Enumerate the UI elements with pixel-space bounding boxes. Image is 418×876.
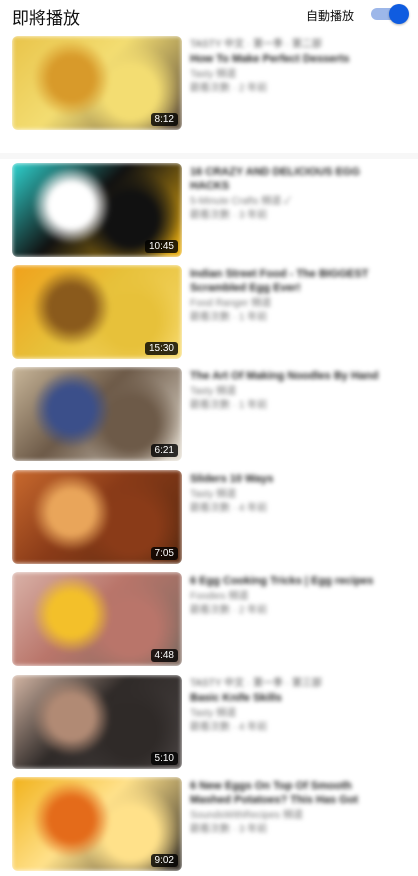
video-duration: 5:10 bbox=[150, 752, 178, 765]
video-stats: 觀看次數 · 1 年前 bbox=[190, 400, 268, 411]
video-list-item[interactable]: 5:10 TASTY 中文 · 第一季 · 第三部 Basic Knife Skil… bbox=[0, 675, 418, 771]
video-list-item[interactable]: 7:05 Sliders 10 Ways Tasty 頻道 觀看次數 · 4 年前 bbox=[0, 470, 418, 566]
video-metadata: 6 Egg Cooking Tricks | Egg recipes Foodie… bbox=[190, 574, 390, 618]
video-metadata: 6 New Eggs On Top Of Smooth Mashed Potat… bbox=[190, 779, 390, 837]
video-title[interactable]: Basic Knife Skills bbox=[190, 691, 390, 705]
video-list-item[interactable]: 9:02 6 New Eggs On Top Of Smooth Mashed P… bbox=[0, 777, 418, 873]
video-list-item[interactable]: 4:48 6 Egg Cooking Tricks | Egg recipes Fo… bbox=[0, 572, 418, 668]
video-series-tag: TASTY 中文 · 第一季 · 第二部 bbox=[190, 39, 322, 50]
video-stats: 觀看次數 · 2 年前 bbox=[190, 83, 268, 94]
video-metadata: TASTY 中文 · 第一季 · 第二部 How To Make Perfect … bbox=[190, 38, 390, 96]
video-duration: 7:05 bbox=[150, 547, 178, 560]
video-stats: 觀看次數 · 3 年前 bbox=[190, 824, 268, 835]
video-duration: 9:02 bbox=[150, 854, 178, 867]
video-channel-name[interactable]: SoundsWithRecipes 頻道 bbox=[190, 809, 390, 823]
video-channel-name[interactable]: Tasty 頻道 bbox=[190, 385, 390, 399]
video-channel-name[interactable]: Foodies 頻道 bbox=[190, 590, 390, 604]
video-thumbnail[interactable]: 10:45 bbox=[12, 163, 182, 257]
video-stats: 觀看次數 · 4 年前 bbox=[190, 503, 268, 514]
video-duration: 8:12 bbox=[150, 113, 178, 126]
video-channel-name[interactable]: Tasty 頻道 bbox=[190, 68, 390, 82]
video-duration: 6:21 bbox=[150, 444, 178, 457]
video-channel-name[interactable]: Tasty 頻道 bbox=[190, 488, 390, 502]
video-list-item[interactable]: 6:21 The Art Of Making Noodles By Hand Tas… bbox=[0, 367, 418, 463]
video-thumbnail[interactable]: 15:30 bbox=[12, 265, 182, 359]
video-duration: 15:30 bbox=[144, 342, 178, 355]
video-list-item[interactable]: 10:45 16 CRAZY AND DELICIOUS EGG HACKS 5-M… bbox=[0, 163, 418, 259]
video-title[interactable]: 6 New Eggs On Top Of Smooth Mashed Potat… bbox=[190, 779, 390, 807]
video-thumbnail[interactable]: 4:48 bbox=[12, 572, 182, 666]
video-title[interactable]: Sliders 10 Ways bbox=[190, 472, 390, 486]
video-thumbnail[interactable]: 5:10 bbox=[12, 675, 182, 769]
video-stats: 觀看次數 · 2 年前 bbox=[190, 605, 268, 616]
video-series-tag: TASTY 中文 · 第一季 · 第三部 bbox=[190, 678, 322, 689]
video-stats: 觀看次數 · 3 年前 bbox=[190, 210, 268, 221]
video-duration: 4:48 bbox=[150, 649, 178, 662]
video-metadata: The Art Of Making Noodles By Hand Tasty 頻… bbox=[190, 369, 390, 413]
video-thumbnail[interactable]: 6:21 bbox=[12, 367, 182, 461]
video-title[interactable]: Indian Street Food - The BIGGEST Scrambl… bbox=[190, 267, 390, 295]
video-metadata: TASTY 中文 · 第一季 · 第三部 Basic Knife Skills Ta… bbox=[190, 677, 390, 735]
video-title[interactable]: How To Make Perfect Desserts bbox=[190, 52, 390, 66]
video-stats: 觀看次數 · 4 年前 bbox=[190, 722, 268, 733]
video-channel-name[interactable]: Food Ranger 頻道 bbox=[190, 297, 390, 311]
video-duration: 10:45 bbox=[144, 240, 178, 253]
video-channel-name[interactable]: 5-Minute Crafts 頻道 ✓ bbox=[190, 195, 390, 209]
up-next-list: 8:12 TASTY 中文 · 第一季 · 第二部 How To Make Perf… bbox=[0, 0, 418, 876]
video-thumbnail[interactable]: 8:12 bbox=[12, 36, 182, 130]
video-title[interactable]: 6 Egg Cooking Tricks | Egg recipes bbox=[190, 574, 390, 588]
video-stats: 觀看次數 · 1 年前 bbox=[190, 312, 268, 323]
video-metadata: 16 CRAZY AND DELICIOUS EGG HACKS 5-Minute… bbox=[190, 165, 390, 223]
video-metadata: Sliders 10 Ways Tasty 頻道 觀看次數 · 4 年前 bbox=[190, 472, 390, 516]
video-thumbnail[interactable]: 9:02 bbox=[12, 777, 182, 871]
video-thumbnail[interactable]: 7:05 bbox=[12, 470, 182, 564]
video-metadata: Indian Street Food - The BIGGEST Scrambl… bbox=[190, 267, 390, 325]
video-list-item[interactable]: 15:30 Indian Street Food - The BIGGEST Sc… bbox=[0, 265, 418, 361]
video-channel-name[interactable]: Tasty 頻道 bbox=[190, 707, 390, 721]
video-list-item[interactable]: 8:12 TASTY 中文 · 第一季 · 第二部 How To Make Perf… bbox=[0, 36, 418, 132]
video-title[interactable]: The Art Of Making Noodles By Hand bbox=[190, 369, 390, 383]
video-title[interactable]: 16 CRAZY AND DELICIOUS EGG HACKS bbox=[190, 165, 390, 193]
